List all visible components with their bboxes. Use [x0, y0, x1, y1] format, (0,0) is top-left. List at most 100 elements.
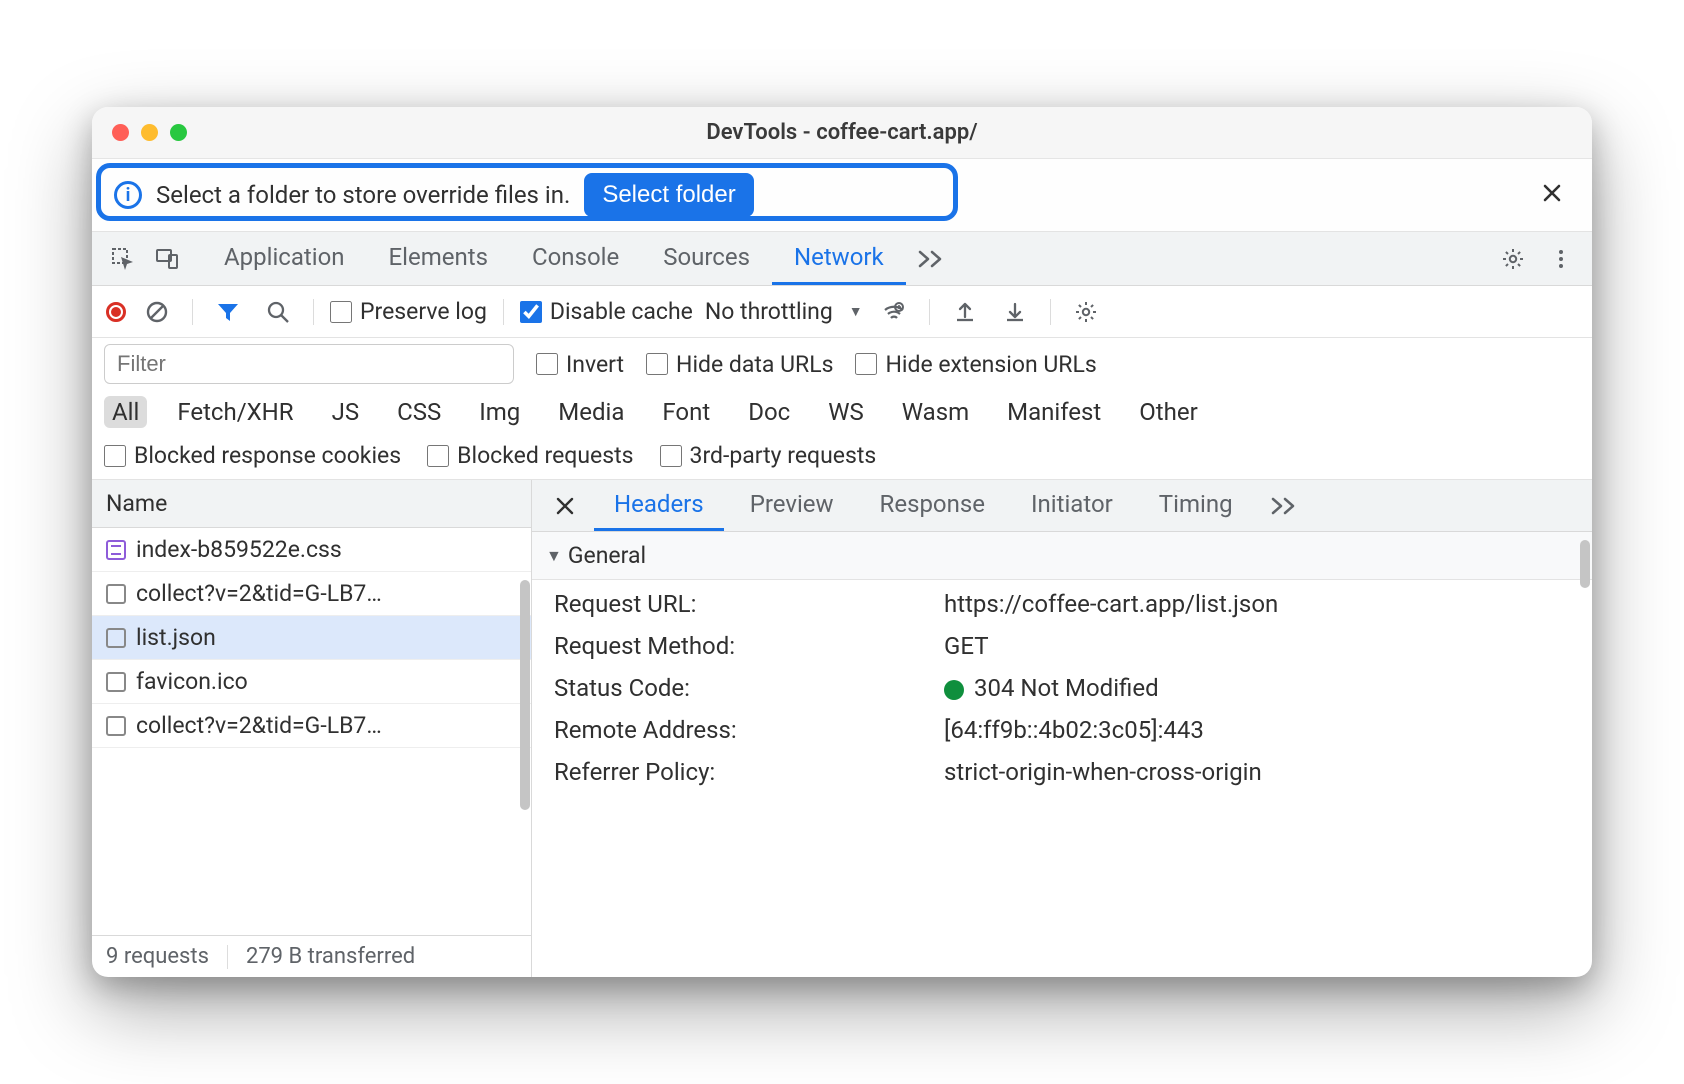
infobar-message: Select a folder to store override files …: [156, 181, 570, 209]
blocked-response-cookies-checkbox[interactable]: Blocked response cookies: [104, 442, 401, 469]
request-list-panel: Name index-b859522e.css collect?v=2&tid=…: [92, 480, 532, 977]
device-toggle-icon[interactable]: [148, 240, 186, 278]
clear-icon[interactable]: [138, 293, 176, 331]
hide-data-urls-checkbox[interactable]: Hide data URLs: [646, 351, 833, 378]
tabstrip: Application Elements Console Sources Net…: [92, 232, 1592, 286]
import-har-icon[interactable]: [996, 293, 1034, 331]
kv-key: Request URL:: [554, 590, 944, 618]
file-icon: [106, 628, 126, 648]
type-img[interactable]: Img: [471, 396, 528, 428]
css-file-icon: [106, 540, 126, 560]
network-conditions-icon[interactable]: [875, 293, 913, 331]
tab-console[interactable]: Console: [510, 232, 641, 285]
requests-count: 9 requests: [106, 944, 209, 969]
type-all[interactable]: All: [104, 396, 147, 428]
kv-value: https://coffee-cart.app/list.json: [944, 590, 1570, 618]
kv-key: Request Method:: [554, 632, 944, 660]
request-item[interactable]: index-b859522e.css: [92, 528, 531, 572]
general-section-header[interactable]: ▼ General: [532, 532, 1592, 580]
tab-elements[interactable]: Elements: [367, 232, 510, 285]
tab-network[interactable]: Network: [772, 232, 906, 285]
detail-tab-preview[interactable]: Preview: [730, 480, 854, 531]
resource-types-row: All Fetch/XHR JS CSS Img Media Font Doc …: [92, 390, 1592, 436]
detail-tabs: Headers Preview Response Initiator Timin…: [532, 480, 1592, 532]
invert-checkbox[interactable]: Invert: [536, 351, 624, 378]
detail-tab-response[interactable]: Response: [860, 480, 1005, 531]
kv-value: strict-origin-when-cross-origin: [944, 758, 1570, 786]
type-manifest[interactable]: Manifest: [999, 396, 1109, 428]
infobar-close-button[interactable]: [1534, 176, 1570, 214]
detail-tab-headers[interactable]: Headers: [594, 480, 724, 531]
type-ws[interactable]: WS: [820, 396, 872, 428]
infobar: i Select a folder to store override file…: [92, 159, 1592, 231]
info-icon: i: [114, 181, 142, 209]
disclosure-triangle-icon: ▼: [546, 546, 562, 566]
detail-tab-timing[interactable]: Timing: [1139, 480, 1253, 531]
chevron-down-icon: ▼: [849, 303, 863, 320]
throttling-dropdown[interactable]: No throttling ▼: [705, 298, 863, 325]
window-title: DevTools - coffee-cart.app/: [92, 120, 1592, 145]
request-item-selected[interactable]: list.json: [92, 616, 531, 660]
type-css[interactable]: CSS: [389, 396, 449, 428]
inspect-element-icon[interactable]: [104, 240, 142, 278]
tabstrip-right-icons: [1494, 240, 1580, 278]
window-controls: [92, 124, 187, 141]
detail-tab-initiator[interactable]: Initiator: [1011, 480, 1133, 531]
preserve-log-label: Preserve log: [360, 298, 487, 325]
type-media[interactable]: Media: [550, 396, 632, 428]
blocked-requests-checkbox[interactable]: Blocked requests: [427, 442, 633, 469]
file-icon: [106, 716, 126, 736]
window-maximize-button[interactable]: [170, 124, 187, 141]
detail-more-tabs-button[interactable]: [1259, 496, 1311, 516]
throttling-value: No throttling: [705, 298, 833, 325]
third-party-requests-checkbox[interactable]: 3rd-party requests: [660, 442, 877, 469]
titlebar: DevTools - coffee-cart.app/: [92, 107, 1592, 159]
more-tabs-button[interactable]: [906, 232, 958, 285]
bytes-transferred: 279 B transferred: [246, 944, 415, 969]
preserve-log-checkbox[interactable]: Preserve log: [330, 298, 487, 325]
type-font[interactable]: Font: [654, 396, 718, 428]
kv-key: Referrer Policy:: [554, 758, 944, 786]
disable-cache-checkbox[interactable]: Disable cache: [520, 298, 693, 325]
window-minimize-button[interactable]: [141, 124, 158, 141]
request-item[interactable]: collect?v=2&tid=G-LB7…: [92, 572, 531, 616]
file-icon: [106, 584, 126, 604]
type-fetchxhr[interactable]: Fetch/XHR: [169, 396, 301, 428]
detail-close-button[interactable]: [542, 480, 588, 531]
select-folder-button[interactable]: Select folder: [584, 173, 753, 217]
request-list-scrollbar[interactable]: [520, 580, 530, 810]
network-settings-gear-icon[interactable]: [1067, 293, 1105, 331]
tab-application[interactable]: Application: [202, 232, 367, 285]
infobar-container: i Select a folder to store override file…: [92, 159, 1592, 232]
window-close-button[interactable]: [112, 124, 129, 141]
type-other[interactable]: Other: [1131, 396, 1205, 428]
tab-sources[interactable]: Sources: [641, 232, 772, 285]
status-dot-icon: [944, 680, 964, 700]
request-item[interactable]: collect?v=2&tid=G-LB7…: [92, 704, 531, 748]
kv-value: 304 Not Modified: [944, 674, 1570, 702]
main-tabs: Application Elements Console Sources Net…: [202, 232, 1488, 285]
type-js[interactable]: JS: [324, 396, 368, 428]
hide-extension-urls-checkbox[interactable]: Hide extension URLs: [855, 351, 1096, 378]
filter-funnel-icon[interactable]: [209, 293, 247, 331]
request-item[interactable]: favicon.ico: [92, 660, 531, 704]
record-button[interactable]: [106, 302, 126, 322]
options-row: Blocked response cookies Blocked request…: [92, 436, 1592, 480]
request-details-panel: Headers Preview Response Initiator Timin…: [532, 480, 1592, 977]
kv-value: GET: [944, 632, 1570, 660]
type-wasm[interactable]: Wasm: [894, 396, 977, 428]
kv-key: Remote Address:: [554, 716, 944, 744]
filter-row: Invert Hide data URLs Hide extension URL…: [92, 338, 1592, 390]
disable-cache-label: Disable cache: [550, 298, 693, 325]
general-key-values: Request URL: https://coffee-cart.app/lis…: [532, 580, 1592, 796]
filter-input[interactable]: [104, 344, 514, 384]
details-scrollbar[interactable]: [1580, 540, 1590, 588]
type-doc[interactable]: Doc: [740, 396, 798, 428]
network-toolbar: Preserve log Disable cache No throttling…: [92, 286, 1592, 338]
content-split: Name index-b859522e.css collect?v=2&tid=…: [92, 480, 1592, 977]
kebab-menu-icon[interactable]: [1542, 240, 1580, 278]
search-icon[interactable]: [259, 293, 297, 331]
column-header-name[interactable]: Name: [92, 480, 531, 528]
settings-gear-icon[interactable]: [1494, 240, 1532, 278]
export-har-icon[interactable]: [946, 293, 984, 331]
